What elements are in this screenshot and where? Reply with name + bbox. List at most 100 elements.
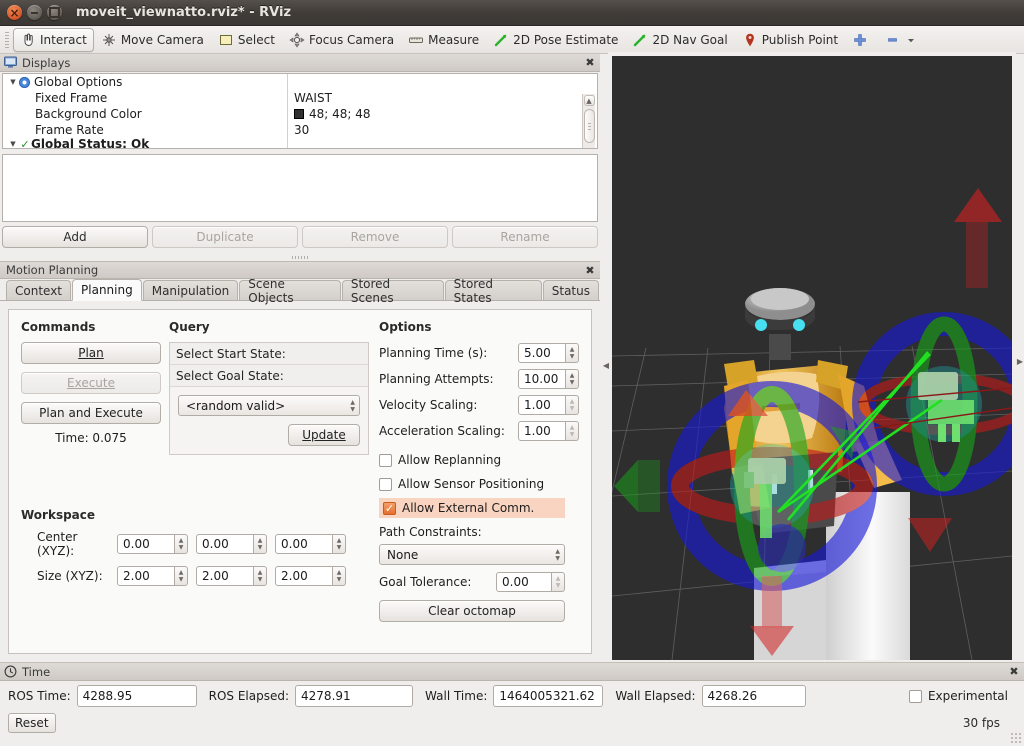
spinner-icon[interactable]: ▲ ▼ <box>555 548 560 562</box>
spinner-icon[interactable]: ▲ ▼ <box>350 399 355 413</box>
time-panel-close-icon[interactable]: ✖ <box>1008 665 1020 678</box>
tree-row-global-status[interactable]: ▼ ✓ Global Status: Ok <box>3 138 287 148</box>
allow-sensor-positioning-row[interactable]: Allow Sensor Positioning <box>379 474 579 494</box>
tab-scene-objects[interactable]: Scene Objects <box>239 277 341 305</box>
add-display-button[interactable]: Add <box>2 226 148 248</box>
tree-row-background-color[interactable]: Background Color <box>3 106 287 122</box>
workspace-center-y-stepper[interactable]: ▲ ▼ <box>254 534 267 554</box>
display-property-area[interactable] <box>2 154 598 222</box>
tree-row-fixed-frame[interactable]: Fixed Frame <box>3 90 287 106</box>
main-toolbar: Interact Move Camera Select Focus Camera… <box>0 26 1024 54</box>
allow-external-comm-row[interactable]: Allow External Comm. <box>379 498 565 518</box>
path-constraints-combo[interactable]: None ▲ ▼ <box>379 544 565 565</box>
clear-octomap-button[interactable]: Clear octomap <box>379 600 565 622</box>
goal-state-combo[interactable]: <random valid> ▲ ▼ <box>178 395 360 416</box>
minimize-window-button[interactable] <box>27 5 42 20</box>
displays-close-icon[interactable]: ✖ <box>584 56 596 69</box>
tab-planning[interactable]: Planning <box>72 279 142 301</box>
expander-icon[interactable]: ▼ <box>7 140 19 148</box>
close-window-button[interactable] <box>7 5 22 20</box>
value-fixed-frame[interactable]: WAIST <box>288 90 597 106</box>
experimental-row[interactable]: Experimental <box>908 689 1016 703</box>
acceleration-scaling-input[interactable]: 1.00 <box>518 421 566 441</box>
allow-sensor-positioning-checkbox[interactable] <box>379 477 392 491</box>
value-background-color[interactable]: 48; 48; 48 <box>288 106 597 122</box>
planning-time-stepper[interactable]: ▲ ▼ <box>566 343 579 363</box>
workspace-center-y-input[interactable]: 0.00 <box>196 534 254 554</box>
acceleration-scaling-stepper[interactable]: ▲ ▼ <box>566 421 579 441</box>
planning-attempts-input[interactable]: 10.00 <box>518 369 566 389</box>
toolbar-grip[interactable] <box>4 31 10 48</box>
duplicate-display-button[interactable]: Duplicate <box>152 226 298 248</box>
tab-manipulation[interactable]: Manipulation <box>142 280 239 300</box>
wall-time-input[interactable]: 1464005321.62 <box>493 685 604 707</box>
tool-measure[interactable]: Measure <box>401 28 486 52</box>
tool-publish-point[interactable]: Publish Point <box>735 28 845 52</box>
allow-external-comm-checkbox[interactable] <box>383 501 396 515</box>
maximize-window-button[interactable] <box>47 5 62 20</box>
update-button[interactable]: Update <box>288 424 360 446</box>
tab-stored-scenes[interactable]: Stored Scenes <box>341 277 444 305</box>
panel-splitter-handle[interactable] <box>0 253 600 261</box>
allow-replanning-row[interactable]: Allow Replanning <box>379 450 579 470</box>
velocity-scaling-input[interactable]: 1.00 <box>518 395 566 415</box>
tree-row-frame-rate[interactable]: Frame Rate <box>3 122 287 138</box>
wall-elapsed-input[interactable]: 4268.26 <box>701 685 806 707</box>
allow-replanning-checkbox[interactable] <box>379 453 392 467</box>
execute-button[interactable]: Execute <box>21 372 161 394</box>
tool-remove-dropdown[interactable] <box>879 28 923 52</box>
collapse-right-arrow-icon[interactable]: ▶ <box>1014 348 1024 374</box>
tool-move-camera[interactable]: Move Camera <box>94 28 211 52</box>
3d-viewport[interactable] <box>612 56 1012 660</box>
plan-and-execute-button[interactable]: Plan and Execute <box>21 402 161 424</box>
select-start-state-row[interactable]: Select Start State: <box>170 343 368 365</box>
tool-select[interactable]: Select <box>211 28 282 52</box>
tool-focus-camera[interactable]: Focus Camera <box>282 28 401 52</box>
tab-context[interactable]: Context <box>6 280 72 300</box>
ros-time-input[interactable]: 4288.95 <box>76 685 197 707</box>
velocity-scaling-stepper[interactable]: ▲ ▼ <box>566 395 579 415</box>
value-frame-rate[interactable]: 30 <box>288 122 597 138</box>
reset-button[interactable]: Reset <box>8 713 56 733</box>
tree-row-global-options[interactable]: ▼ Global Options <box>3 74 287 90</box>
scroll-up-icon[interactable]: ▲ <box>583 95 595 106</box>
planning-time-input[interactable]: 5.00 <box>518 343 566 363</box>
tab-stored-states[interactable]: Stored States <box>444 277 542 305</box>
select-goal-state-row[interactable]: Select Goal State: <box>170 365 368 387</box>
workspace-center-x-input[interactable]: 0.00 <box>117 534 175 554</box>
tab-status[interactable]: Status <box>542 280 599 300</box>
goal-tolerance-stepper[interactable]: ▲ ▼ <box>552 572 565 592</box>
workspace-size-z-stepper[interactable]: ▲ ▼ <box>333 566 346 586</box>
ros-elapsed-input[interactable]: 4278.91 <box>295 685 414 707</box>
expander-icon[interactable]: ▼ <box>7 78 19 86</box>
collapse-left-arrow-icon[interactable]: ◀ <box>600 352 612 378</box>
workspace-size-z-input[interactable]: 2.00 <box>275 566 333 586</box>
workspace-size-y-stepper[interactable]: ▲ ▼ <box>254 566 267 586</box>
tool-2d-pose-estimate[interactable]: 2D Pose Estimate <box>486 28 625 52</box>
remove-display-button[interactable]: Remove <box>302 226 448 248</box>
displays-tree[interactable]: ▼ Global Options Fixed Frame Background … <box>2 73 598 149</box>
tool-2d-nav-goal[interactable]: 2D Nav Goal <box>625 28 734 52</box>
motion-planning-close-icon[interactable]: ✖ <box>584 264 596 277</box>
tool-interact-label: Interact <box>40 32 87 47</box>
workspace-center-z-stepper[interactable]: ▲ ▼ <box>333 534 346 554</box>
workspace-center-z-input[interactable]: 0.00 <box>275 534 333 554</box>
workspace-size-x-stepper[interactable]: ▲ ▼ <box>175 566 188 586</box>
experimental-checkbox[interactable] <box>908 689 922 703</box>
rename-display-button[interactable]: Rename <box>452 226 598 248</box>
plan-button[interactable]: Plan <box>21 342 161 364</box>
tool-add-plus[interactable] <box>845 28 879 52</box>
workspace-size-x-input[interactable]: 2.00 <box>117 566 175 586</box>
goal-tolerance-input[interactable]: 0.00 <box>496 572 552 592</box>
tool-interact[interactable]: Interact <box>13 27 94 52</box>
planning-attempts-stepper[interactable]: ▲ ▼ <box>566 369 579 389</box>
workspace-size-y-input[interactable]: 2.00 <box>196 566 254 586</box>
resize-grip[interactable] <box>1010 732 1022 744</box>
chevron-down-icon[interactable] <box>906 32 916 48</box>
displays-scrollbar[interactable]: ▲ ▼ <box>582 94 595 148</box>
workspace-size-label: Size (XYZ): <box>37 569 103 583</box>
tree-label: Global Options <box>34 75 123 89</box>
scrollbar-thumb[interactable] <box>583 109 595 143</box>
displays-panel-title: Displays <box>22 55 71 70</box>
workspace-center-x-stepper[interactable]: ▲ ▼ <box>175 534 188 554</box>
